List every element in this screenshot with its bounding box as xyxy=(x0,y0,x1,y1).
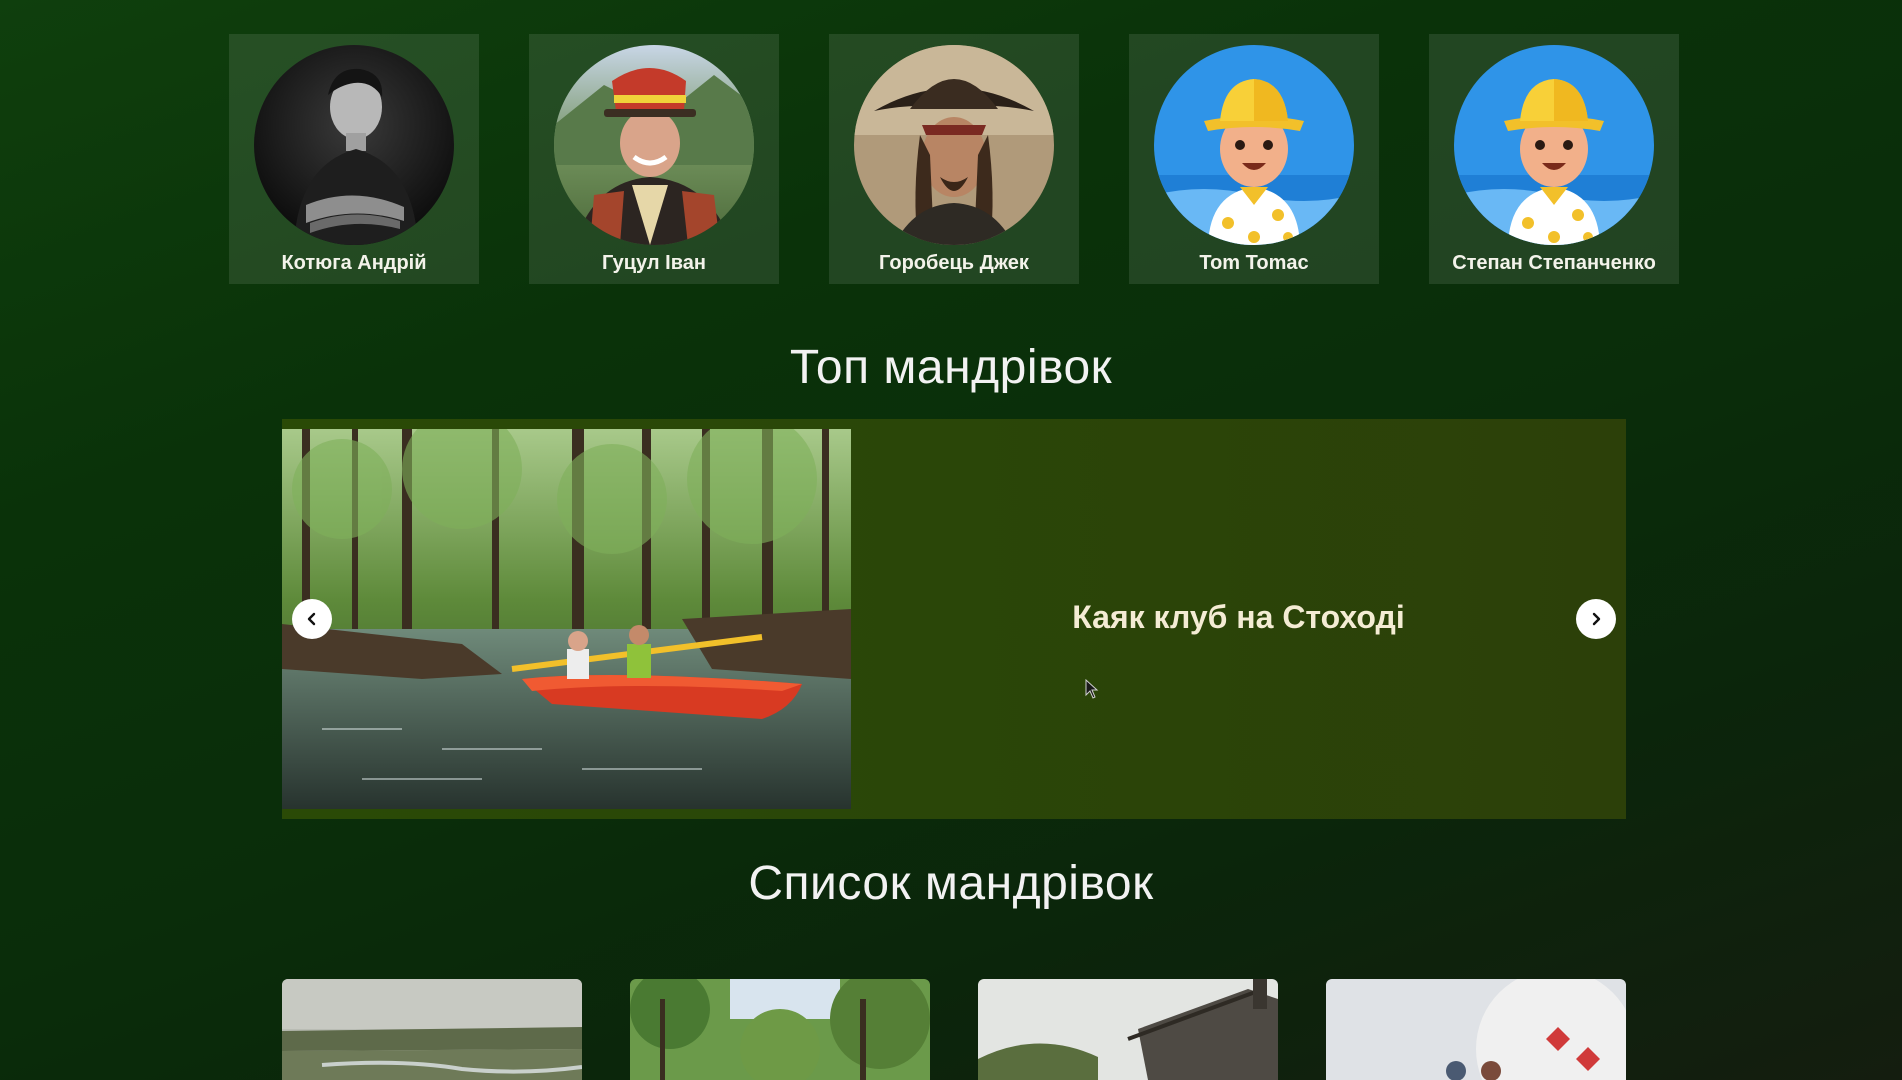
tour-card[interactable] xyxy=(978,979,1278,1080)
guide-avatar xyxy=(1154,45,1354,245)
top-tours-title: Топ мандрівок xyxy=(789,341,1113,394)
slide-caption[interactable]: Каяк клуб на Стоході xyxy=(851,599,1626,636)
tour-image xyxy=(1326,979,1626,1080)
guide-card[interactable]: Горобець Джек xyxy=(829,34,1079,284)
top-tours-carousel: Каяк клуб на Стоході xyxy=(282,419,1626,819)
guide-name: Tom Tomac xyxy=(1199,252,1309,274)
guide-avatar xyxy=(1454,45,1654,245)
guide-card[interactable]: Гуцул Іван xyxy=(529,34,779,284)
tour-image xyxy=(630,979,930,1080)
slide-image[interactable] xyxy=(282,429,851,809)
tour-list-title: Список мандрівок xyxy=(748,857,1154,910)
tour-card[interactable] xyxy=(630,979,930,1080)
chevron-right-icon xyxy=(1592,612,1601,626)
guide-name: Степан Степанченко xyxy=(1452,252,1656,274)
carousel-prev-button[interactable] xyxy=(292,599,332,639)
tour-list xyxy=(282,979,1626,1080)
guide-avatar xyxy=(554,45,754,245)
guide-name: Гуцул Іван xyxy=(602,252,706,274)
guide-name: Горобець Джек xyxy=(879,252,1029,274)
chevron-left-icon xyxy=(307,612,316,626)
guide-card[interactable]: Tom Tomac xyxy=(1129,34,1379,284)
tour-card[interactable] xyxy=(282,979,582,1080)
tour-image xyxy=(978,979,1278,1080)
tour-image xyxy=(282,979,582,1080)
mouse-cursor-icon xyxy=(1085,679,1099,699)
guides-row: Котюга Андрій Гуцул Іван Горобець Джек T… xyxy=(229,34,1679,284)
guide-avatar xyxy=(254,45,454,245)
tour-card[interactable] xyxy=(1326,979,1626,1080)
carousel-next-button[interactable] xyxy=(1576,599,1616,639)
guide-name: Котюга Андрій xyxy=(281,252,427,274)
guide-card[interactable]: Степан Степанченко xyxy=(1429,34,1679,284)
guide-avatar xyxy=(854,45,1054,245)
guide-card[interactable]: Котюга Андрій xyxy=(229,34,479,284)
